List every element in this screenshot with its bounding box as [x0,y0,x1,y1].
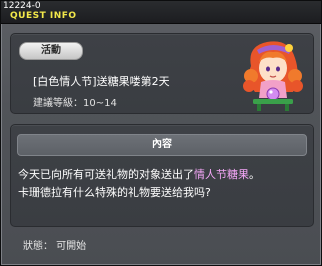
quest-name: [白色情人节]送糖果喽第2天 [33,75,170,88]
quest-content-panel: 內容 今天已向所有可送礼物的对象送出了情人节糖果。 卡珊德拉有什么特殊的礼物要送… [10,124,314,227]
npc-girl-portrait-icon [243,41,303,111]
window-id: 12224-0 [3,1,41,11]
category-badge: 活動 [19,42,83,60]
quest-summary-panel: 活動 [白色情人节]送糖果喽第2天 建議等級：10~14 [10,33,314,114]
content-text: 今天已向所有可送礼物的对象送出了情人节糖果。 卡珊德拉有什么特殊的礼物要送给我吗… [18,166,308,202]
content-line-1-suffix: 。 [249,168,260,181]
quest-status: 狀態： 可開始 [23,241,87,252]
content-line-2: 卡珊德拉有什么特殊的礼物要送给我吗? [18,186,211,199]
window-title: QUEST INFO [10,11,77,21]
content-line-1-prefix: 今天已向所有可送礼物的对象送出了 [18,168,194,181]
quest-info-window: 12224-0 QUEST INFO 活動 [白色情人节]送糖果喽第2天 建議等… [0,0,322,266]
highlight-item-name: 情人节糖果 [194,168,249,181]
content-line-1: 今天已向所有可送礼物的对象送出了情人节糖果。 [18,166,308,184]
content-header: 內容 [17,134,307,156]
title-bar[interactable]: 12224-0 QUEST INFO [1,1,321,24]
recommended-level: 建議等級：10~14 [33,98,117,109]
